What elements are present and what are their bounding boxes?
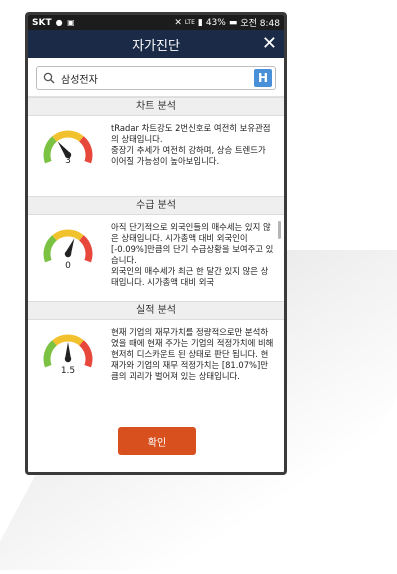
signal-icon: ▮ — [197, 17, 203, 28]
search-box[interactable]: H — [36, 66, 276, 90]
carrier-label: SKT — [32, 17, 52, 28]
gauge-value-supply: 0 — [65, 261, 71, 271]
gauge-chart: 3 — [28, 116, 108, 196]
dialog-titlebar: 자가진단 ✕ — [28, 30, 284, 58]
analysis-text-chart: tRadar 차트강도 2번신호로 여전히 보유관점의 상태입니다. 중장기 추… — [108, 116, 284, 196]
gauge-arc-red — [79, 340, 93, 368]
clock: 오전 8:48 — [240, 19, 280, 29]
search-icon — [43, 72, 55, 84]
confirm-button[interactable]: 확인 — [118, 427, 196, 455]
analysis-text: 현재 기업의 재무가치를 정량적으로만 분석하였을 때에 현재 주가는 기업의 … — [111, 327, 274, 381]
battery-icon: ▬ — [228, 17, 238, 28]
gauge-hub — [64, 250, 72, 258]
search-input[interactable] — [55, 72, 254, 84]
text-scrollbar[interactable] — [278, 221, 281, 239]
analysis-text-earnings: 현재 기업의 재무가치를 정량적으로만 분석하였을 때에 현재 주가는 기업의 … — [108, 320, 284, 430]
section-supply: 0 아직 단기적으로 외국인들의 매수세는 있지 않은 상태입니다. 시가총액 … — [28, 215, 284, 301]
gauge-value-chart: 3 — [65, 156, 71, 166]
analysis-text: tRadar 차트강도 2번신호로 여전히 보유관점의 상태입니다. 중장기 추… — [111, 123, 271, 166]
lte-icon: LTE — [184, 19, 195, 26]
search-area: H — [28, 58, 284, 97]
gauge-arc-yellow — [52, 229, 84, 241]
section-header-chart: 차트 분석 — [28, 97, 284, 116]
gauge-arc-yellow — [52, 130, 84, 142]
mute-icon: ✕ — [174, 17, 182, 28]
gauge-arc-red — [79, 235, 93, 263]
image-icon: ▣ — [67, 18, 76, 27]
phone-frame: SKT ● ▣ ✕ LTE ▮ 43% ▬ 오전 8:48 자가진단 ✕ H 차… — [25, 12, 287, 475]
status-bar: SKT ● ▣ ✕ LTE ▮ 43% ▬ 오전 8:48 — [28, 15, 284, 30]
analysis-text: 아직 단기적으로 외국인들의 매수세는 있지 않은 상태입니다. 시가총액 대비… — [111, 222, 274, 287]
gauge-arc-green — [43, 235, 57, 263]
section-header-earnings: 실적 분석 — [28, 301, 284, 320]
close-icon[interactable]: ✕ — [262, 33, 277, 55]
h-button[interactable]: H — [254, 69, 272, 87]
gauge-arc-green — [43, 340, 57, 368]
gauge-earnings: 1.5 — [28, 320, 108, 430]
battery-level: 43% — [205, 17, 226, 28]
dialog-title: 자가진단 — [132, 38, 180, 54]
notification-icons: ● ▣ — [56, 18, 76, 27]
analysis-text-supply: 아직 단기적으로 외국인들의 매수세는 있지 않은 상태입니다. 시가총액 대비… — [108, 215, 284, 301]
status-right: ✕ LTE ▮ 43% ▬ 오전 8:48 — [174, 16, 280, 30]
gauge-supply: 0 — [28, 215, 108, 301]
gauge-value-earnings: 1.5 — [60, 366, 76, 376]
section-header-supply: 수급 분석 — [28, 196, 284, 215]
section-chart: 3 tRadar 차트강도 2번신호로 여전히 보유관점의 상태입니다. 중장기… — [28, 116, 284, 196]
chat-icon: ● — [55, 18, 64, 27]
gauge-hub — [64, 355, 72, 363]
section-earnings: 1.5 현재 기업의 재무가치를 정량적으로만 분석하였을 때에 현재 주가는 … — [28, 320, 284, 430]
